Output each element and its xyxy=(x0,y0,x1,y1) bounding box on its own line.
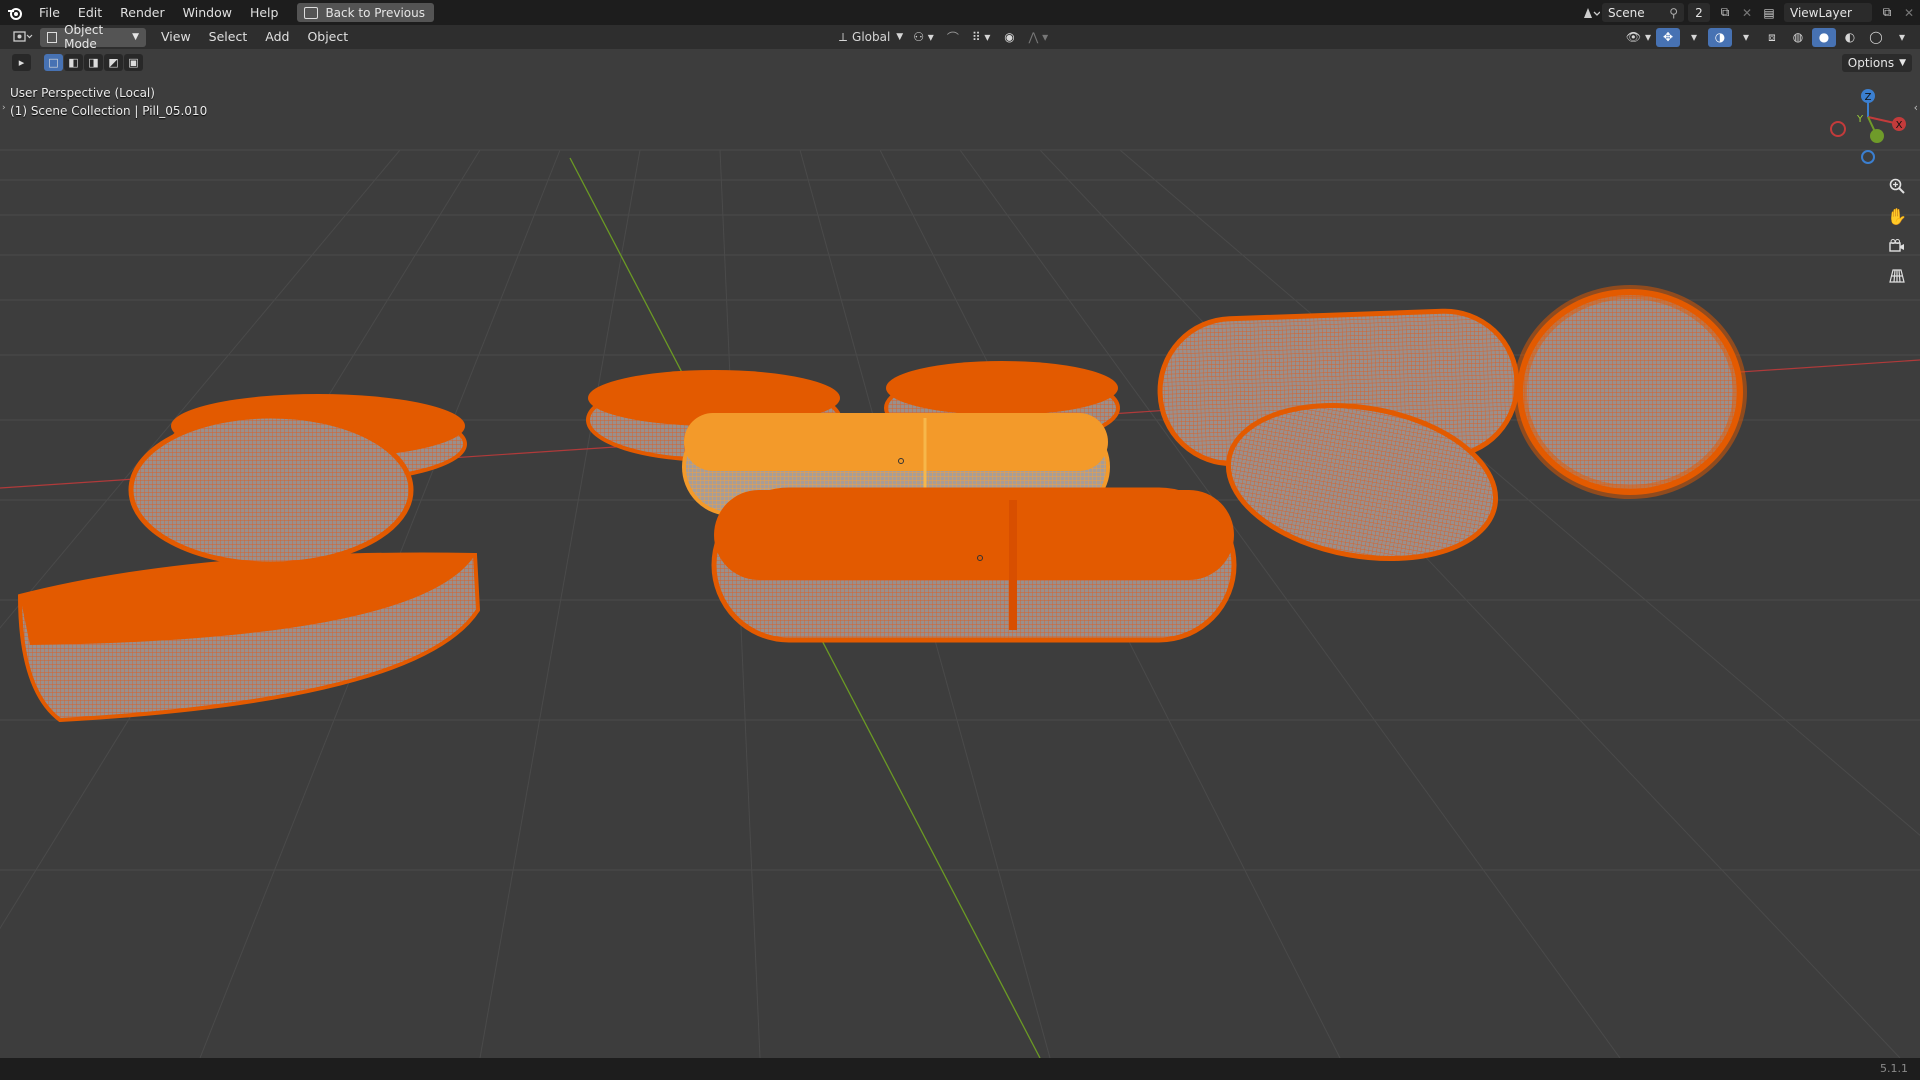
snap-toggle-icon[interactable]: ⌒ xyxy=(941,28,965,47)
view-layer-field[interactable]: ViewLayer xyxy=(1784,3,1872,22)
pill-capsule-front xyxy=(711,487,1237,643)
blender-logo-icon[interactable] xyxy=(0,0,30,25)
camera-view-icon[interactable] xyxy=(1884,233,1910,259)
back-to-previous-label: Back to Previous xyxy=(325,5,425,20)
gizmo-toggle-icon[interactable]: ✥ xyxy=(1656,27,1680,47)
select-invert-icon[interactable]: ◩ xyxy=(104,54,123,71)
material-shading-icon[interactable]: ◐ xyxy=(1838,28,1862,47)
version-label: 5.1.1 xyxy=(1880,1062,1908,1075)
collection-expand-icon[interactable]: › xyxy=(2,103,6,113)
tool-settings-row: ▸ □ ◧ ◨ ◩ ▣ xyxy=(12,54,143,71)
topbar-right: Scene ⚲ 2 ⧉ ✕ ▤ ViewLayer ⧉ ✕ xyxy=(1580,0,1920,25)
transform-orientation-label: Global xyxy=(852,30,891,44)
menu-view[interactable]: View xyxy=(152,25,200,49)
selection-mode-group: □ ◧ ◨ ◩ ▣ xyxy=(44,54,143,71)
options-label: Options xyxy=(1847,56,1895,70)
gizmo-neg-x-axis xyxy=(1830,121,1846,137)
pivot-point-icon[interactable]: ⚇ ▾ xyxy=(910,28,937,47)
select-tool-icon[interactable]: ▸ xyxy=(12,54,31,71)
gizmo-dropdown-icon[interactable]: ▾ xyxy=(1682,28,1706,47)
window-back-icon xyxy=(304,6,319,19)
select-intersect-icon[interactable]: ▣ xyxy=(124,54,143,71)
sidebar-toggle-icon[interactable]: ‹ xyxy=(1914,101,1918,114)
select-subtract-icon[interactable]: ◨ xyxy=(84,54,103,71)
editor-type-icon[interactable] xyxy=(10,28,36,47)
gizmo-x-label: X xyxy=(1896,120,1903,131)
navigation-gizmo: Z X Y xyxy=(1830,89,1906,164)
scene-selector-icon[interactable] xyxy=(1580,3,1602,22)
viewport-header: Object Mode ▼ View Select Add Object ⟂ G… xyxy=(0,23,1920,51)
falloff-icon[interactable]: ⋀ ▾ xyxy=(1025,28,1051,47)
3d-viewport[interactable]: Z X Y xyxy=(0,49,1920,1058)
menu-window[interactable]: Window xyxy=(174,0,241,25)
rendered-shading-icon[interactable]: ◯ xyxy=(1864,28,1888,47)
gizmo-neg-z-axis xyxy=(1861,150,1875,164)
solid-shading-icon[interactable]: ● xyxy=(1812,27,1836,47)
zoom-icon[interactable] xyxy=(1884,173,1910,199)
scene-name-field[interactable]: Scene ⚲ xyxy=(1602,3,1684,22)
select-new-icon[interactable]: □ xyxy=(44,54,63,71)
chevron-down-icon: ▼ xyxy=(132,32,139,42)
new-scene-icon[interactable]: ⧉ xyxy=(1714,3,1736,22)
delete-scene-icon[interactable]: ✕ xyxy=(1736,3,1758,22)
pan-hand-icon[interactable]: ✋ xyxy=(1884,203,1910,229)
menu-edit[interactable]: Edit xyxy=(69,0,111,25)
status-bar: 5.1.1 xyxy=(0,1058,1920,1080)
proportional-editing-icon[interactable]: ◉ xyxy=(997,28,1021,47)
overlays-toggle-icon[interactable]: ◑ xyxy=(1708,27,1732,47)
pill-sphere xyxy=(1513,285,1747,499)
chevron-down-icon: ▼ xyxy=(896,32,904,42)
pin-icon[interactable]: ⚲ xyxy=(1669,6,1678,20)
menu-select[interactable]: Select xyxy=(200,25,257,49)
overlays-dropdown-icon[interactable]: ▾ xyxy=(1734,28,1758,47)
collection-label: (1) Scene Collection | Pill_05.010 xyxy=(10,104,208,118)
scene-users-count: 2 xyxy=(1688,3,1710,22)
transform-tools: ⟂ Global ▼ ⚇ ▾ ⌒ ⠿ ▾ ◉ ⋀ ▾ xyxy=(836,25,1051,49)
object-mode-label: Object Mode xyxy=(64,23,104,51)
snap-target-icon[interactable]: ⠿ ▾ xyxy=(969,28,994,47)
gizmo-z-label: Z xyxy=(1865,92,1872,103)
perspective-label: User Perspective (Local) xyxy=(10,86,155,100)
view-layer-selector-icon[interactable]: ▤ xyxy=(1758,3,1780,22)
viewport-display-tools: 👁 ▾ ✥ ▾ ◑ ▾ ⧈ ◍ ● ◐ ◯ ▾ xyxy=(1623,25,1914,49)
select-extend-icon[interactable]: ◧ xyxy=(64,54,83,71)
gizmo-y-axis xyxy=(1870,129,1884,143)
transform-orientation-dropdown[interactable]: ⟂ Global ▼ xyxy=(836,28,906,47)
back-to-previous-button[interactable]: Back to Previous xyxy=(297,3,434,22)
delete-view-layer-icon[interactable]: ✕ xyxy=(1898,3,1920,22)
visibility-icon[interactable]: 👁 ▾ xyxy=(1623,28,1654,47)
object-mode-dropdown[interactable]: Object Mode ▼ xyxy=(40,23,146,51)
wireframe-shading-icon[interactable]: ◍ xyxy=(1786,28,1810,47)
orientation-icon: ⟂ xyxy=(839,29,848,44)
xray-toggle-icon[interactable]: ⧈ xyxy=(1760,28,1784,47)
scene-users-value: 2 xyxy=(1695,5,1703,20)
object-mode-icon xyxy=(47,31,58,43)
chevron-down-icon: ▼ xyxy=(1899,58,1906,68)
menu-render[interactable]: Render xyxy=(111,0,174,25)
view-layer-name: ViewLayer xyxy=(1790,5,1852,20)
menu-add[interactable]: Add xyxy=(256,25,298,49)
options-dropdown[interactable]: Options ▼ xyxy=(1841,54,1912,72)
pill-oval-left xyxy=(128,413,414,567)
shading-dropdown-icon[interactable]: ▾ xyxy=(1890,28,1914,47)
menu-help[interactable]: Help xyxy=(241,0,288,25)
top-bar: File Edit Render Window Help Back to Pre… xyxy=(0,0,1920,25)
gizmo-y-label: Y xyxy=(1856,114,1864,125)
scene-name: Scene xyxy=(1608,5,1645,20)
menu-file[interactable]: File xyxy=(30,0,69,25)
menu-object[interactable]: Object xyxy=(298,25,357,49)
perspective-toggle-icon[interactable] xyxy=(1884,263,1910,289)
pill-half-moon xyxy=(17,552,481,723)
viewport-canvas[interactable]: Z X Y xyxy=(0,49,1920,1058)
new-view-layer-icon[interactable]: ⧉ xyxy=(1876,3,1898,22)
